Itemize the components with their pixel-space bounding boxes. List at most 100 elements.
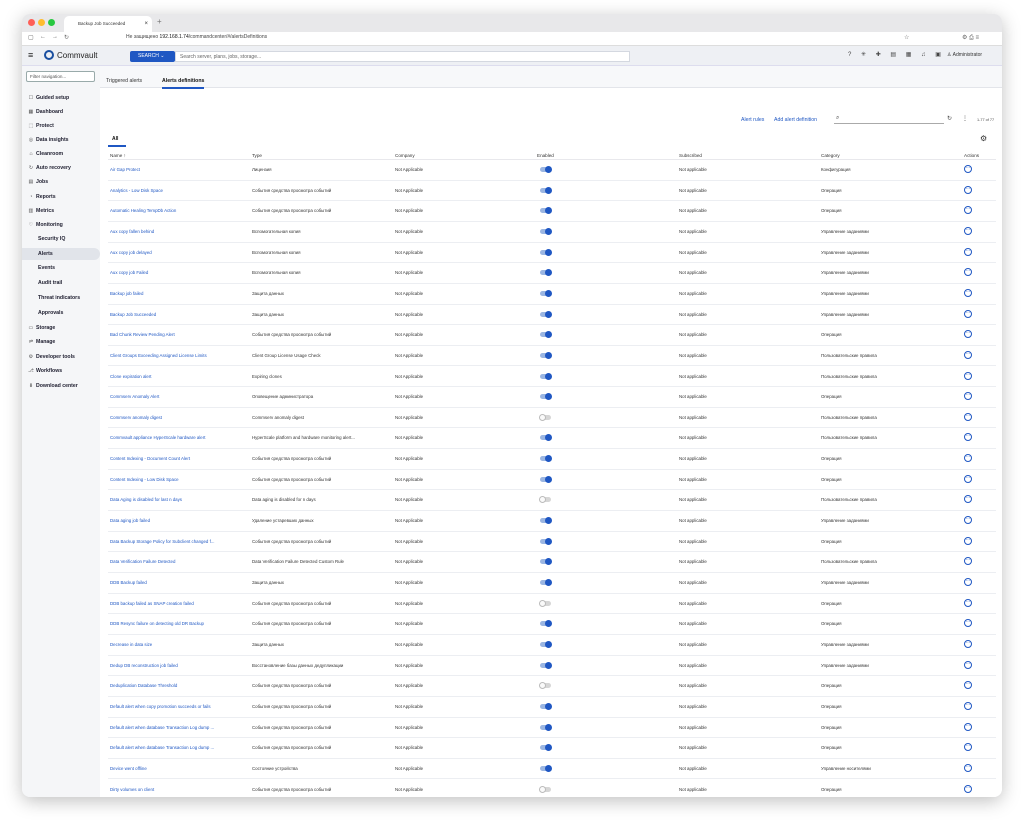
- menu-icon[interactable]: ≡: [28, 50, 33, 60]
- sidebar-item-audit-trail[interactable]: Audit trail: [22, 277, 100, 289]
- row-actions-icon[interactable]: ···: [964, 743, 972, 752]
- row-actions-icon[interactable]: ···: [964, 371, 972, 380]
- col-company[interactable]: Company: [395, 153, 415, 158]
- enabled-toggle[interactable]: [540, 620, 552, 628]
- enabled-toggle[interactable]: [540, 207, 552, 215]
- row-actions-icon[interactable]: ···: [964, 701, 972, 710]
- alert-name-link[interactable]: Client Groups Exceeding Assigned License…: [110, 353, 246, 358]
- enabled-toggle[interactable]: [539, 785, 551, 793]
- alert-name-link[interactable]: Bad Chunk Review Pending Alert: [110, 332, 246, 337]
- row-actions-icon[interactable]: ···: [964, 226, 972, 235]
- enabled-toggle[interactable]: [539, 682, 551, 690]
- maximize-window-icon[interactable]: [48, 19, 55, 26]
- browser-tab[interactable]: Backup Job Succeeded ×: [64, 16, 152, 32]
- row-actions-icon[interactable]: ···: [964, 784, 972, 793]
- enabled-toggle[interactable]: [540, 186, 552, 194]
- enabled-toggle[interactable]: [540, 455, 552, 463]
- alert-name-link[interactable]: Data aging job failed: [110, 518, 246, 523]
- more-options-icon[interactable]: ⋮: [962, 115, 968, 122]
- row-actions-icon[interactable]: ···: [964, 165, 972, 173]
- enabled-toggle[interactable]: [540, 517, 552, 525]
- row-actions-icon[interactable]: ···: [964, 557, 972, 566]
- table-search-input[interactable]: [834, 115, 944, 124]
- row-actions-icon[interactable]: ···: [964, 309, 972, 318]
- row-actions-icon[interactable]: ···: [964, 681, 972, 690]
- sidebar-item-monitoring[interactable]: ♡ Monitoring: [22, 219, 100, 231]
- row-actions-icon[interactable]: ···: [964, 660, 972, 669]
- alert-name-link[interactable]: Backup Job Succeeded: [110, 312, 246, 317]
- enabled-toggle[interactable]: [540, 744, 552, 752]
- enabled-toggle[interactable]: [540, 310, 552, 318]
- alert-name-link[interactable]: Data Aging is disabled for last n days: [110, 497, 246, 502]
- alert-name-link[interactable]: Default alert when copy promotion succee…: [110, 704, 246, 709]
- enabled-toggle[interactable]: [540, 166, 552, 173]
- alert-name-link[interactable]: DDB Backup failed: [110, 580, 246, 585]
- view-tab-all[interactable]: All: [112, 136, 118, 142]
- sidebar-item-protect[interactable]: ⬚ Protect: [22, 120, 100, 132]
- sidebar-item-download-center[interactable]: ⬇ Download center: [22, 380, 100, 392]
- sidebar-item-threat-indicators[interactable]: Threat indicators: [22, 292, 100, 304]
- enabled-toggle[interactable]: [539, 496, 551, 504]
- back-icon[interactable]: ←: [40, 34, 46, 40]
- refresh-icon[interactable]: ↻: [947, 115, 952, 122]
- alert-name-link[interactable]: Backup job failed: [110, 291, 246, 296]
- alert-name-link[interactable]: Device went offline: [110, 766, 246, 771]
- sidebar-item-storage[interactable]: ▭ Storage: [22, 322, 100, 334]
- enabled-toggle[interactable]: [540, 393, 552, 401]
- bookmark-icon[interactable]: ☆: [904, 34, 909, 41]
- sidebar-item-jobs[interactable]: ▤ Jobs: [22, 176, 100, 188]
- enabled-toggle[interactable]: [540, 579, 552, 586]
- enabled-toggle[interactable]: [540, 764, 552, 772]
- row-actions-icon[interactable]: ···: [964, 268, 972, 277]
- alert-name-link[interactable]: Dedup DB reconstruction job failed: [110, 663, 246, 668]
- alert-name-link[interactable]: Decrease in data size: [110, 642, 246, 647]
- enabled-toggle[interactable]: [540, 558, 552, 566]
- sidebar-item-reports[interactable]: ◔ Reports: [22, 191, 100, 203]
- sidebar-item-developer-tools[interactable]: ⚙ Developer tools: [22, 351, 100, 363]
- alert-name-link[interactable]: DDB Resync failure on detecting old DR B…: [110, 621, 246, 626]
- alert-name-link[interactable]: Commserv anomaly digest: [110, 415, 246, 420]
- enabled-toggle[interactable]: [540, 289, 552, 297]
- col-subscribed[interactable]: Subscribed: [679, 153, 702, 158]
- close-window-icon[interactable]: [28, 19, 35, 26]
- row-actions-icon[interactable]: ···: [964, 330, 972, 339]
- row-actions-icon[interactable]: ···: [964, 247, 972, 256]
- row-actions-icon[interactable]: ···: [964, 474, 972, 483]
- col-name[interactable]: Name ↑: [110, 153, 126, 158]
- enabled-toggle[interactable]: [540, 331, 552, 339]
- alert-name-link[interactable]: Clone expiration alert: [110, 374, 246, 379]
- enabled-toggle[interactable]: [540, 227, 552, 235]
- row-actions-icon[interactable]: ···: [964, 454, 972, 463]
- row-actions-icon[interactable]: ···: [964, 536, 972, 545]
- new-tab-icon[interactable]: +: [157, 17, 162, 26]
- sidebar-toggle-icon[interactable]: ▢: [28, 34, 34, 41]
- alert-name-link[interactable]: Aux copy job Failed: [110, 270, 246, 275]
- row-actions-icon[interactable]: ···: [964, 578, 972, 586]
- alert-name-link[interactable]: Content Indexing - Document Count Alert: [110, 456, 246, 461]
- row-actions-icon[interactable]: ···: [964, 495, 972, 504]
- enabled-toggle[interactable]: [540, 702, 552, 710]
- row-actions-icon[interactable]: ···: [964, 206, 972, 215]
- sidebar-item-approvals[interactable]: Approvals: [22, 307, 100, 319]
- col-category[interactable]: Category: [821, 153, 840, 158]
- enabled-toggle[interactable]: [540, 661, 552, 669]
- user-menu[interactable]: ♙ Administrator: [947, 52, 982, 58]
- reload-icon[interactable]: ↻: [64, 34, 69, 41]
- enabled-toggle[interactable]: [539, 599, 551, 607]
- alert-name-link[interactable]: DDB backup failed as SNAP creation faile…: [110, 601, 246, 606]
- col-enabled[interactable]: Enabled: [537, 153, 554, 158]
- enabled-toggle[interactable]: [540, 640, 552, 648]
- settings-gear-icon[interactable]: ⚙: [980, 134, 987, 143]
- alert-rules-link[interactable]: Alert rules: [741, 117, 764, 123]
- enabled-toggle[interactable]: [540, 537, 552, 545]
- forward-icon[interactable]: →: [52, 34, 58, 40]
- row-actions-icon[interactable]: ···: [964, 185, 972, 194]
- enabled-toggle[interactable]: [540, 475, 552, 483]
- row-actions-icon[interactable]: ···: [964, 722, 972, 731]
- sidebar-item-dashboard[interactable]: ▦ Dashboard: [22, 106, 100, 118]
- header-icons[interactable]: ? ✳ ✚ ▤ ▦ ♫ ▣: [848, 51, 945, 58]
- sidebar-item-manage[interactable]: ⇌ Manage: [22, 336, 100, 348]
- sidebar-item-metrics[interactable]: ▥ Metrics: [22, 205, 100, 217]
- global-search-input[interactable]: Search server, plans, jobs, storage...: [175, 51, 630, 62]
- row-actions-icon[interactable]: ···: [964, 639, 972, 648]
